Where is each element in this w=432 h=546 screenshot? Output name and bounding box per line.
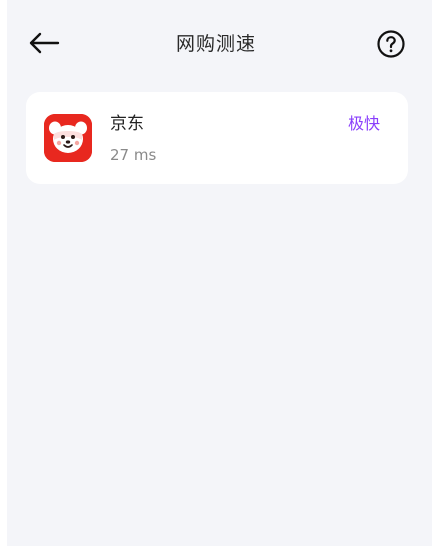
header-bar: 网购测速 [0, 0, 432, 86]
speed-test-screen: 网购测速 京东 27 ms 极快 [0, 0, 432, 546]
result-card[interactable]: 京东 27 ms 极快 [26, 92, 408, 184]
jd-app-icon [44, 114, 92, 162]
latency-value: 27 ms [110, 146, 157, 164]
help-button[interactable] [374, 28, 408, 60]
speed-label: 极快 [347, 114, 380, 133]
app-name: 京东 [110, 114, 144, 134]
page-title: 网购测速 [175, 33, 256, 55]
question-circle-icon [377, 30, 405, 58]
